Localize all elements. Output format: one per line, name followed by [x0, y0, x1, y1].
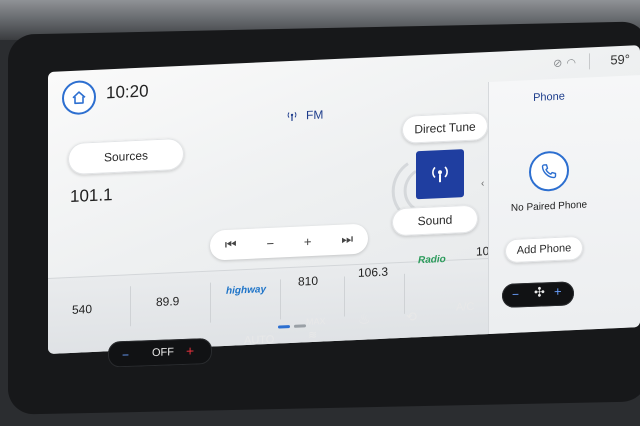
preset-divider [280, 279, 281, 320]
outside-temperature: 59° [610, 51, 630, 68]
antenna-icon [287, 111, 297, 121]
seek-forward-icon[interactable]: ⏭ [341, 231, 353, 248]
front-defrost-icon: ≋ [308, 329, 318, 342]
fan-icon: ✣ [534, 284, 545, 300]
status-divider [589, 53, 590, 70]
home-icon [72, 91, 86, 105]
station-artwork-tile[interactable] [416, 149, 464, 200]
seek-back-icon[interactable]: ⏮ [225, 236, 237, 253]
preset-540[interactable]: 540 [72, 302, 92, 317]
preset-106-3[interactable]: 106.3 [358, 265, 388, 280]
preset-810[interactable]: 810 [298, 274, 318, 289]
collapse-chevron-icon[interactable]: ‹ [481, 178, 484, 189]
add-phone-button[interactable]: Add Phone [505, 235, 583, 264]
phone-status-text: No Paired Phone [510, 199, 588, 214]
status-icons: ⊘◠ [553, 56, 580, 70]
seat-heat-icon[interactable]: ♨ [358, 310, 371, 327]
infotainment-screen: 10:20 ⊘◠ 59° FM Sources 101.1 Direct Tun… [48, 45, 640, 355]
right-down-button[interactable]: − [512, 287, 519, 301]
tune-up-button[interactable]: + [304, 234, 312, 249]
band-indicator: FM [286, 107, 323, 123]
wifi-icon: ◠ [566, 56, 580, 70]
preset-radio-logo[interactable]: Radio [418, 254, 446, 266]
phone-panel-title: Phone [533, 90, 565, 104]
phone-call-button[interactable] [529, 150, 569, 193]
preset-divider [130, 286, 131, 327]
ac-button[interactable]: A/C [456, 301, 474, 314]
tune-down-button[interactable]: − [266, 235, 274, 250]
sound-button[interactable]: Sound [392, 204, 478, 237]
fan-off-button[interactable]: OFF [152, 346, 174, 359]
band-label: FM [306, 107, 324, 123]
radio-signal-icon [432, 166, 448, 183]
preset-89-9[interactable]: 89.9 [156, 294, 179, 309]
preset-divider [344, 276, 345, 317]
auto-climate-button[interactable]: AUTO [244, 334, 274, 347]
current-frequency: 101.1 [70, 185, 113, 207]
clock: 10:20 [106, 81, 149, 103]
fan-up-button[interactable]: + [186, 343, 194, 359]
sources-button[interactable]: Sources [68, 137, 184, 176]
recirculation-icon[interactable]: ⟲ [406, 309, 417, 325]
max-defrost-button[interactable]: MAX [306, 316, 326, 327]
right-up-button[interactable]: + [554, 284, 562, 299]
home-button[interactable] [62, 79, 96, 116]
fan-down-button[interactable]: − [122, 348, 129, 362]
tuning-controls: ⏮ − + ⏭ [210, 223, 368, 261]
preset-highway-logo[interactable]: highway [226, 284, 266, 297]
no-location-icon: ⊘ [553, 57, 567, 71]
preset-divider [404, 273, 405, 314]
preset-divider [210, 282, 211, 323]
phone-handset-icon [541, 164, 557, 179]
direct-tune-button[interactable]: Direct Tune [402, 112, 488, 144]
